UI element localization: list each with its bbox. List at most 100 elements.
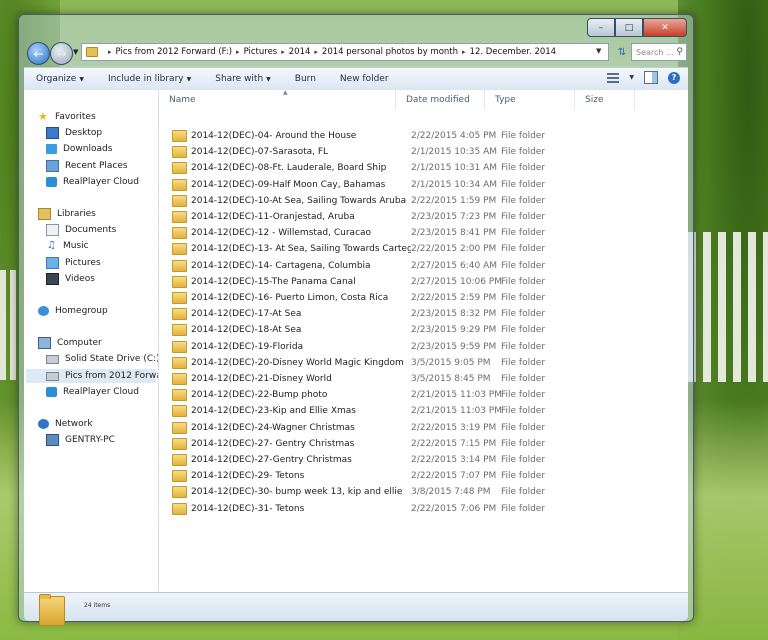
nav-drive-f[interactable]: Pics from 2012 Forward (F:) [26,369,158,383]
file-row[interactable]: 2014-12(DEC)-17-At Sea 2/23/2015 8:32 PM F… [172,306,581,322]
folder-icon [172,421,187,434]
file-name: 2014-12(DEC)-21-Disney World [191,374,332,384]
navigation-pane[interactable]: ★ Favorites Desktop Downloads Recent Plac… [24,90,159,592]
nav-recent-places[interactable]: Recent Places [46,159,128,173]
file-row[interactable]: 2014-12(DEC)-27- Gentry Christmas 2/22/20… [172,436,581,452]
breadcrumb-separator[interactable]: ▸ [236,48,240,56]
file-row[interactable]: 2014-12(DEC)-23-Kip and Ellie Xmas 2/21/2… [172,403,581,419]
breadcrumb-separator[interactable]: ▸ [462,48,466,56]
nav-computer[interactable]: Computer [38,336,102,350]
nav-realplayer-cloud[interactable]: RealPlayer Cloud [46,175,139,189]
nav-network[interactable]: Network [38,417,93,431]
file-name: 2014-12(DEC)-30- bump week 13, kip and e… [191,487,403,498]
address-bar[interactable]: ▸ Pics from 2012 Forward (F:) ▸ Pictures… [81,43,609,61]
back-button[interactable]: ← [27,42,50,65]
file-date-modified: 2/1/2015 10:35 AM [411,147,498,158]
file-row[interactable]: 2014-12(DEC)-09-Half Moon Cay, Bahamas 2/… [172,177,581,193]
nav-videos[interactable]: Videos [46,272,95,286]
close-button[interactable]: ✕ [643,18,687,37]
organize-button[interactable]: Organize ▼ [24,74,96,84]
file-row[interactable]: 2014-12(DEC)-22-Bump photo 2/21/2015 11:0… [172,387,581,403]
column-header-type[interactable]: Type [485,90,575,110]
file-row[interactable]: 2014-12(DEC)-08-Ft. Lauderale, Board Shi… [172,160,581,176]
file-name: 2014-12(DEC)-27-Gentry Christmas [191,455,352,465]
maximize-button[interactable]: □ [615,18,643,37]
file-date-modified: 2/1/2015 10:34 AM [411,179,498,190]
nav-label: Recent Places [65,161,128,171]
nav-pictures[interactable]: Pictures [46,256,101,270]
recent-pages-dropdown[interactable]: ▼ [73,48,78,56]
nav-libraries[interactable]: Libraries [38,207,96,221]
file-row[interactable]: 2014-12(DEC)-24-Wagner Christmas 2/22/201… [172,420,581,436]
file-row[interactable]: 2014-12(DEC)-15-The Panama Canal 2/27/201… [172,274,581,290]
share-with-button[interactable]: Share with ▼ [203,74,283,84]
refresh-icon: ⇅ [617,46,627,58]
file-type: File folder [501,471,546,482]
file-list-pane[interactable]: Name ▲ Date modified Type Size 2014-12(DE… [159,90,688,592]
breadcrumb-2014[interactable]: 2014 [289,47,311,57]
file-row[interactable]: 2014-12(DEC)-14- Cartagena, Columbia 2/27… [172,258,581,274]
file-row[interactable]: 2014-12(DEC)-11-Oranjestad, Aruba 2/23/20… [172,209,581,225]
file-row[interactable]: 2014-12(DEC)-20-Disney World Magic Kingd… [172,355,581,371]
file-row[interactable]: 2014-12(DEC)-13- At Sea, Sailing Towards… [172,241,581,257]
file-date-modified: 2/27/2015 6:40 AM [411,260,498,271]
search-input[interactable]: Search ... ⚲ [631,43,687,61]
minimize-button[interactable]: – [587,18,615,37]
file-row[interactable]: 2014-12(DEC)-04- Around the House 2/22/20… [172,128,581,144]
file-row[interactable]: 2014-12(DEC)-27-Gentry Christmas 2/22/201… [172,452,581,468]
column-header-name[interactable]: Name ▲ [159,90,396,110]
breadcrumb-personal-photos[interactable]: 2014 personal photos by month [322,47,458,57]
file-date-modified: 2/23/2015 9:29 PM [411,325,497,336]
file-row[interactable]: 2014-12(DEC)-12 - Willemstad, Curacao 2/2… [172,225,581,241]
folder-icon [172,308,187,321]
nav-drive-c[interactable]: Solid State Drive (C:) [46,352,158,366]
views-icon[interactable] [607,72,620,83]
nav-gentry-pc[interactable]: GENTRY-PC [46,433,115,447]
breadcrumb-december[interactable]: 12. December. 2014 [470,47,557,57]
help-icon[interactable]: ? [668,71,680,84]
column-header-date-modified[interactable]: Date modified [396,90,485,110]
breadcrumb-pictures[interactable]: Pictures [244,47,278,57]
nav-desktop[interactable]: Desktop [46,126,102,140]
column-header-size[interactable]: Size [575,90,635,110]
refresh-button[interactable]: ⇅ [613,43,631,61]
file-type: File folder [501,163,546,174]
back-arrow-icon: ← [33,46,44,61]
breadcrumb-separator[interactable]: ▸ [108,48,112,56]
breadcrumb-separator[interactable]: ▸ [281,48,285,56]
breadcrumb-separator[interactable]: ▸ [314,48,318,56]
nav-favorites[interactable]: ★ Favorites [38,110,96,124]
file-row[interactable]: 2014-12(DEC)-19-Florida 2/23/2015 9:59 PM… [172,339,581,355]
include-in-library-button[interactable]: Include in library ▼ [96,74,203,84]
file-date-modified: 2/22/2015 7:15 PM [411,438,497,449]
forward-button[interactable]: → [50,42,73,65]
chevron-down-icon[interactable]: ▼ [629,74,634,81]
burn-button[interactable]: Burn [283,74,328,84]
command-bar: Organize ▼ Include in library ▼ Share with… [24,67,688,91]
file-row[interactable]: 2014-12(DEC)-16- Puerto Limon, Costa Ric… [172,290,581,306]
file-row[interactable]: 2014-12(DEC)-29- Tetons 2/22/2015 7:07 PM… [172,468,581,484]
nav-music[interactable]: ♫ Music [46,239,89,253]
file-type: File folder [501,293,546,303]
folder-icon [172,340,187,353]
forward-arrow-icon: → [56,46,67,61]
file-row[interactable]: 2014-12(DEC)-31- Tetons 2/22/2015 7:06 PM… [172,501,581,517]
breadcrumb-drive[interactable]: Pics from 2012 Forward (F:) [116,47,233,57]
nav-documents[interactable]: Documents [46,223,116,237]
file-type: File folder [501,195,546,206]
file-row[interactable]: 2014-12(DEC)-30- bump week 13, kip and e… [172,484,581,500]
nav-homegroup[interactable]: Homegroup [38,304,108,318]
file-row[interactable]: 2014-12(DEC)-10-At Sea, Sailing Towards … [172,193,581,209]
address-history-dropdown[interactable]: ▼ [596,47,601,55]
organize-label: Organize [36,74,77,84]
file-type: File folder [501,438,546,449]
preview-pane-icon[interactable] [644,71,658,84]
file-row[interactable]: 2014-12(DEC)-18-At Sea 2/23/2015 9:29 PM F… [172,322,581,338]
nav-realplayer-cloud-2[interactable]: RealPlayer Cloud [46,385,139,399]
file-row[interactable]: 2014-12(DEC)-21-Disney World 3/5/2015 8:4… [172,371,581,387]
new-folder-button[interactable]: New folder [328,74,401,84]
nav-label: Documents [65,225,117,235]
folder-icon [172,259,187,272]
nav-downloads[interactable]: Downloads [46,142,112,156]
file-row[interactable]: 2014-12(DEC)-07-Sarasota, FL 2/1/2015 10:… [172,144,581,160]
